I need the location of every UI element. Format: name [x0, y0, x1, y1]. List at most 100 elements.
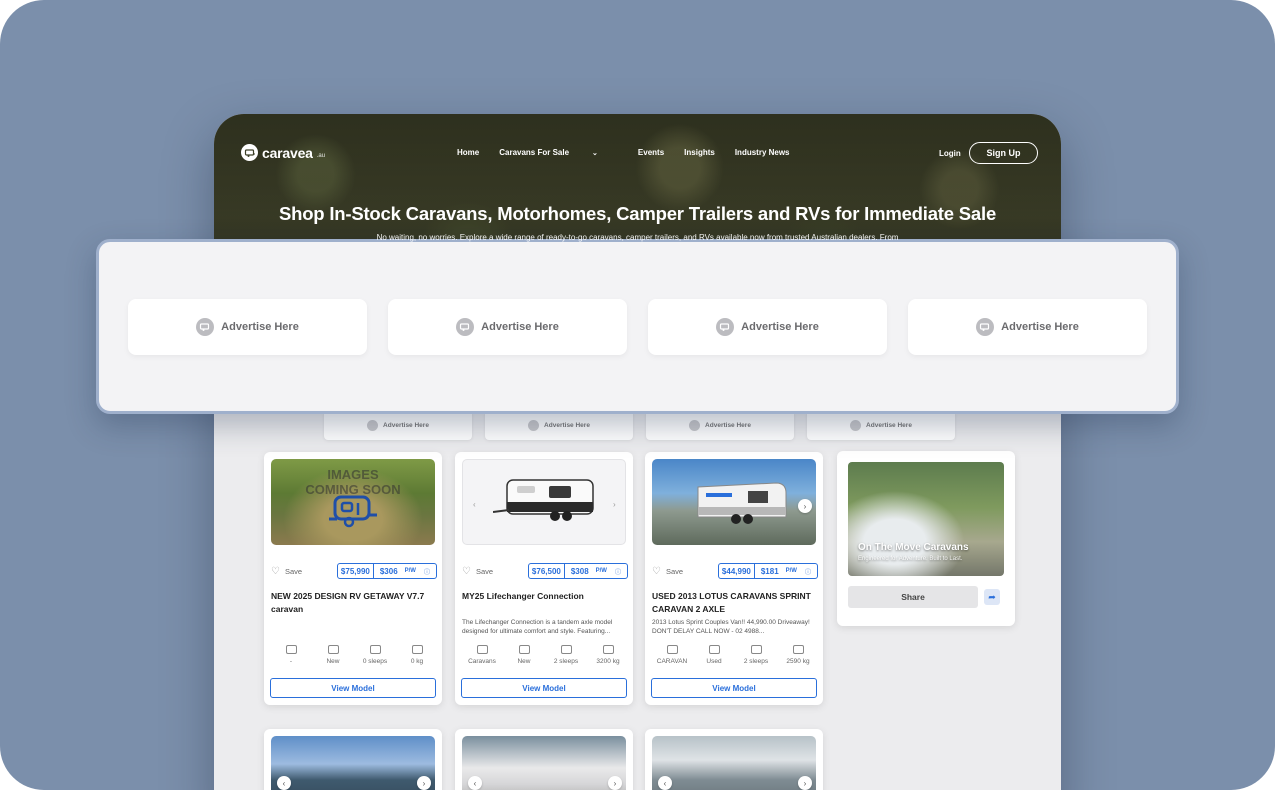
advertise-slot[interactable]: Advertise Here [128, 299, 367, 355]
per-week-label: P/W [595, 568, 607, 574]
save-button[interactable]: ♡ Save [652, 566, 683, 577]
dealer-ad-card[interactable]: On The Move Caravans Engineered for Adve… [837, 451, 1015, 626]
listing-card[interactable]: ‹ › [455, 729, 633, 790]
share-arrow-icon[interactable]: ➦ [984, 589, 1000, 605]
listing-card[interactable]: › ♡ Save $44,990 $181 P/W ⓘ USED 2013 LOTUS… [645, 452, 823, 705]
chevron-left-icon[interactable]: ‹ [468, 776, 482, 790]
chevron-left-icon[interactable]: ‹ [658, 776, 672, 790]
listing-card[interactable]: IMAGES COMING SOON ♡ Save $75,990 $306 P/W… [264, 452, 442, 705]
nav-events[interactable]: Events [638, 148, 664, 157]
spec-row: Caravans New 2 sleeps 3200 kg [462, 645, 628, 665]
advertise-slot[interactable]: Advertise Here [646, 410, 794, 440]
nav-links: Home Caravans For Sale ⌄ Events Insights … [457, 148, 810, 157]
backdrop: caravea .au Home Caravans For Sale ⌄ Even… [0, 0, 1275, 790]
spec-sleeps: 2 sleeps [736, 645, 776, 665]
caravan-icon [476, 645, 488, 654]
dealer-ad-title: On The Move Caravans [858, 542, 969, 553]
listing-image[interactable]: ‹ › [271, 736, 435, 790]
price-weekly-wrap: $308 P/W ⓘ [565, 564, 627, 578]
nav-caravans-for-sale[interactable]: Caravans For Sale ⌄ [499, 148, 618, 157]
listing-image[interactable]: IMAGES COMING SOON [271, 459, 435, 545]
listing-image[interactable]: ‹ › [462, 459, 626, 545]
caravan-icon [850, 419, 862, 431]
spec-value: 2590 kg [786, 658, 810, 665]
nav-industry-news[interactable]: Industry News [735, 148, 790, 157]
spec-sleeps: 0 sleeps [355, 645, 395, 665]
listing-image[interactable]: ‹ › [462, 736, 626, 790]
price-weekly-wrap: $306 P/W ⓘ [374, 564, 436, 578]
heart-icon: ♡ [271, 565, 280, 577]
info-icon[interactable]: ⓘ [421, 567, 433, 576]
chevron-left-icon[interactable]: ‹ [473, 500, 476, 509]
advertise-slot[interactable]: Advertise Here [908, 299, 1147, 355]
save-label: Save [284, 566, 303, 576]
signup-button[interactable]: Sign Up [969, 142, 1038, 164]
brand-logo[interactable]: caravea .au [241, 144, 325, 161]
save-button[interactable]: ♡ Save [462, 566, 493, 577]
nav-caravans-label: Caravans For Sale [499, 148, 570, 157]
info-icon[interactable]: ⓘ [802, 567, 814, 576]
price-total: $44,990 [719, 564, 755, 578]
price-weekly-wrap: $181 P/W ⓘ [755, 564, 817, 578]
listing-card[interactable]: ‹ › [264, 729, 442, 790]
spec-weight: 3200 kg [588, 645, 628, 665]
save-label: Save [475, 566, 494, 576]
advertise-label: Advertise Here [481, 321, 559, 333]
listing-title[interactable]: USED 2013 LOTUS CARAVANS SPRINT CARAVAN … [652, 590, 818, 616]
listing-image[interactable]: ‹ › [652, 736, 816, 790]
spec-sleeps: 2 sleeps [546, 645, 586, 665]
caravan-icon [285, 645, 297, 654]
share-button[interactable]: Share [848, 586, 978, 608]
chevron-left-icon[interactable]: ‹ [277, 776, 291, 790]
view-model-button[interactable]: View Model [270, 678, 436, 698]
caravan-logo-icon [241, 144, 258, 161]
chevron-right-icon[interactable]: › [613, 500, 616, 509]
price-weekly: $308 [570, 566, 589, 576]
listing-title[interactable]: MY25 Lifechanger Connection [462, 590, 628, 603]
chevron-right-icon[interactable]: › [798, 776, 812, 790]
spec-value: Caravans [468, 658, 496, 665]
weight-icon [411, 645, 423, 654]
info-icon[interactable]: ⓘ [612, 567, 624, 576]
chevron-right-icon[interactable]: › [798, 499, 812, 513]
advertise-slot[interactable]: Advertise Here [388, 299, 627, 355]
caravan-icon [976, 318, 995, 336]
caravan-icon [716, 318, 735, 336]
advertise-slot[interactable]: Advertise Here [807, 410, 955, 440]
view-model-button[interactable]: View Model [651, 678, 817, 698]
nav-home[interactable]: Home [457, 148, 479, 157]
view-model-button[interactable]: View Model [461, 678, 627, 698]
spec-value: 3200 kg [596, 658, 620, 665]
brand-name: caravea [262, 144, 313, 161]
login-link[interactable]: Login [939, 149, 961, 158]
listing-card[interactable]: ‹ › [645, 729, 823, 790]
spec-condition: Used [694, 645, 734, 665]
price-tag: $75,990 $306 P/W ⓘ [336, 563, 437, 579]
listing-image[interactable]: › [652, 459, 816, 545]
hero-subtitle: No waiting, no worries. Explore a wide r… [376, 233, 899, 242]
spec-condition: New [504, 645, 544, 665]
advertise-slot[interactable]: Advertise Here [324, 410, 472, 440]
dealer-ad-image[interactable]: On The Move Caravans Engineered for Adve… [848, 462, 1004, 576]
hero-title: Shop In-Stock Caravans, Motorhomes, Camp… [278, 203, 997, 224]
spec-weight: 0 kg [397, 645, 437, 665]
spec-value: - [289, 658, 293, 665]
chevron-right-icon[interactable]: › [608, 776, 622, 790]
listing-title[interactable]: NEW 2025 DESIGN RV GETAWAY V7.7 caravan [271, 590, 437, 616]
price-weekly: $306 [379, 566, 398, 576]
chevron-right-icon[interactable]: › [417, 776, 431, 790]
listing-description: The Lifechanger Connection is a tandem a… [462, 619, 613, 635]
spec-value: New [326, 658, 340, 665]
advertise-label: Advertise Here [1001, 321, 1079, 333]
advertise-label: Advertise Here [866, 421, 912, 429]
save-button[interactable]: ♡ Save [271, 566, 302, 577]
advertise-slot[interactable]: Advertise Here [648, 299, 887, 355]
per-week-label: P/W [404, 568, 416, 574]
caravan-icon [456, 318, 475, 336]
bed-icon [560, 645, 572, 654]
listing-card[interactable]: ‹ › ♡ Save $76,500 $308 P/W ⓘ MY25 Lifechan… [455, 452, 633, 705]
caravan-photo [493, 479, 594, 521]
nav-insights[interactable]: Insights [684, 148, 715, 157]
advertise-slot[interactable]: Advertise Here [485, 410, 633, 440]
advertise-label: Advertise Here [221, 321, 299, 333]
